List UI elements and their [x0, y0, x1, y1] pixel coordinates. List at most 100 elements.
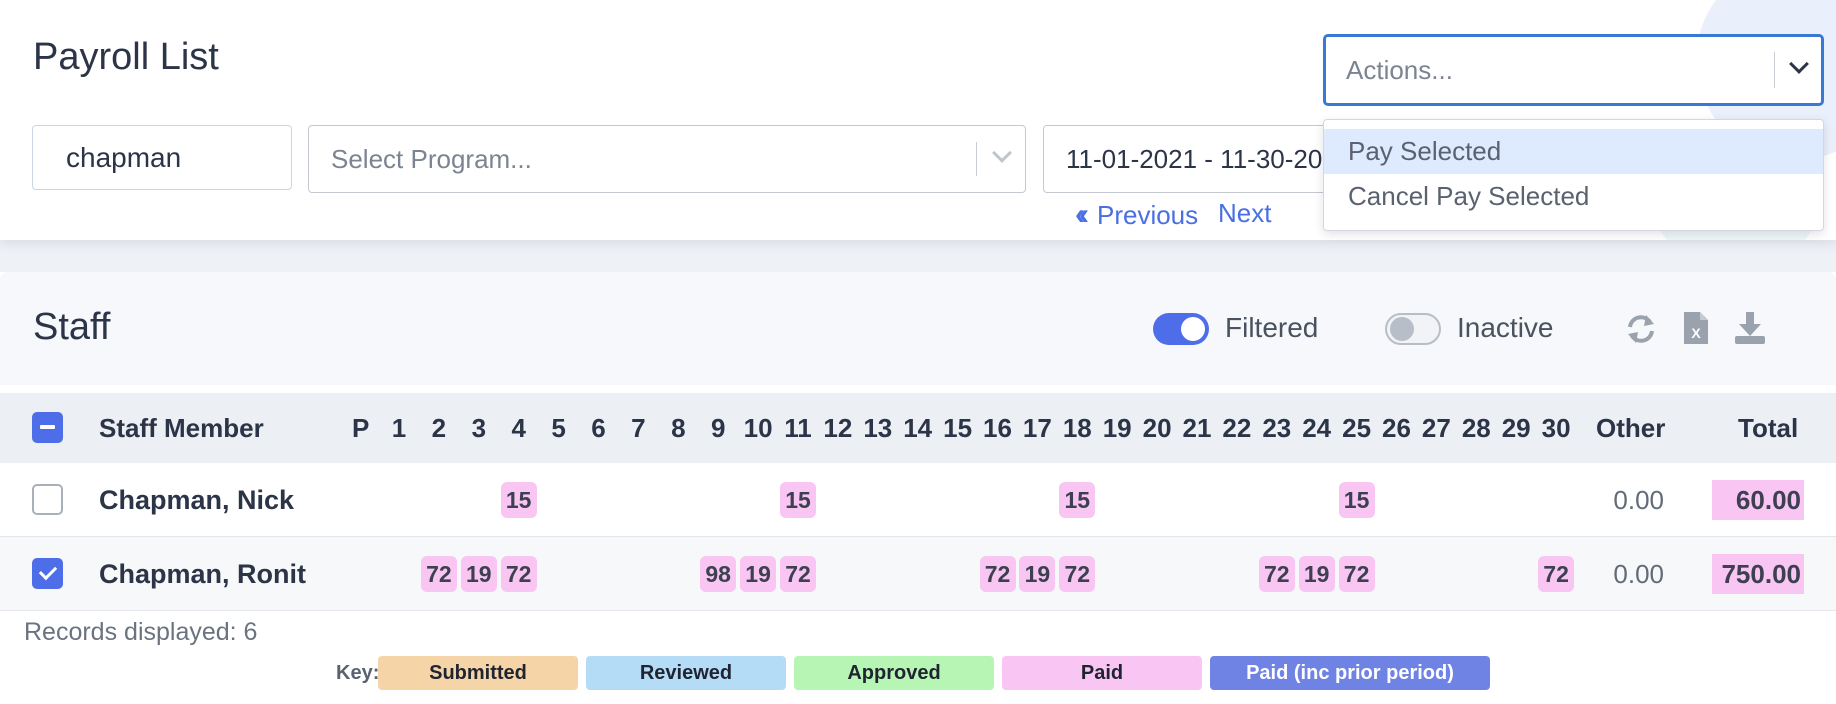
table-header: Staff Member P Other Total 1 2 3 4 5 6 7 8 9 10 11… — [0, 393, 1836, 463]
column-header-day: 13 — [863, 413, 893, 443]
paid-entry-badge[interactable]: 72 — [1338, 556, 1375, 592]
previous-label: Previous — [1096, 199, 1199, 230]
paid-entry-badge[interactable]: 72 — [979, 556, 1016, 592]
total-value: 750.00 — [1712, 554, 1804, 594]
legend-badge: Reviewed — [586, 656, 786, 690]
column-header-day: 16 — [983, 413, 1012, 443]
table-row[interactable]: Chapman, Ronit 0.00 750.00 72 19 72 98 19 72 7… — [0, 537, 1836, 611]
column-header-day: 8 — [671, 413, 686, 443]
download-icon[interactable] — [1733, 310, 1767, 346]
paid-entry-badge[interactable]: 15 — [1338, 482, 1375, 518]
column-header-day: 2 — [431, 413, 447, 443]
column-header-day: 19 — [1102, 413, 1132, 443]
legend-badge: Paid — [1002, 656, 1202, 690]
select-divider — [976, 142, 977, 176]
other-value: 0.00 — [1613, 559, 1664, 589]
table-row[interactable]: Chapman, Nick 0.00 60.00 15 15 15 15 — [0, 463, 1836, 537]
column-header-day: 23 — [1262, 413, 1292, 443]
legend-key-label: Key: — [336, 662, 380, 684]
paid-entry-badge[interactable]: 15 — [780, 482, 816, 518]
column-header-day: 5 — [551, 413, 566, 443]
column-header-other: Other — [1596, 413, 1666, 443]
paid-entry-badge[interactable]: 19 — [1298, 556, 1335, 592]
paid-entry-badge[interactable]: 72 — [1059, 556, 1096, 592]
column-header-day: 17 — [1022, 413, 1052, 443]
column-header-day: 29 — [1501, 413, 1531, 443]
page-title: Payroll List — [33, 36, 219, 78]
refresh-icon[interactable] — [1624, 312, 1658, 346]
column-header-day: 14 — [903, 413, 933, 443]
filtered-label: Filtered — [1225, 312, 1319, 343]
column-header-day: 21 — [1182, 413, 1212, 443]
staff-title: Staff — [33, 306, 111, 348]
previous-link[interactable]: ‹‹ Previous — [1075, 198, 1198, 232]
paid-entry-badge[interactable]: 19 — [740, 556, 777, 592]
svg-text:X: X — [1691, 325, 1701, 341]
column-header-day: 30 — [1541, 413, 1571, 443]
column-header-day: 26 — [1382, 413, 1411, 443]
column-header-day: 7 — [631, 413, 646, 443]
program-select[interactable]: Select Program... — [308, 125, 1026, 193]
staff-name: Chapman, Nick — [99, 485, 295, 515]
actions-dropdown-menu: Pay Selected Cancel Pay Selected — [1323, 119, 1824, 231]
column-header-p: P — [352, 413, 370, 443]
column-header-day: 24 — [1302, 413, 1332, 443]
other-value: 0.00 — [1613, 485, 1664, 515]
menu-item-cancel-pay-selected[interactable]: Cancel Pay Selected — [1324, 174, 1823, 219]
column-header-day: 12 — [823, 413, 853, 443]
paid-entry-badge[interactable]: 72 — [420, 556, 457, 592]
paid-entry-badge[interactable]: 15 — [1059, 482, 1096, 518]
column-header-total: Total — [1738, 413, 1799, 443]
paid-entry-badge[interactable]: 98 — [700, 556, 737, 592]
staff-header: Staff Filtered Inactive X — [0, 272, 1836, 385]
legend-badge: Approved — [794, 656, 994, 690]
column-header-day: 11 — [784, 413, 812, 443]
column-header-day: 25 — [1342, 413, 1372, 443]
records-count: Records displayed: 6 — [24, 618, 258, 646]
column-header-day: 27 — [1421, 413, 1451, 443]
column-header-day: 9 — [710, 413, 726, 443]
column-header-day: 10 — [743, 413, 773, 443]
actions-select[interactable]: Actions... — [1323, 34, 1824, 106]
column-header-day: 4 — [511, 413, 526, 443]
column-header-day: 6 — [591, 413, 606, 443]
total-value: 60.00 — [1712, 480, 1804, 520]
double-chevron-left-icon: ‹‹ — [1075, 198, 1089, 231]
column-header-day: 1 — [391, 413, 407, 443]
paid-entry-badge[interactable]: 72 — [500, 556, 537, 592]
paid-entry-badge[interactable]: 15 — [500, 482, 537, 518]
actions-placeholder: Actions... — [1346, 55, 1453, 85]
paid-entry-badge[interactable]: 72 — [1538, 556, 1575, 592]
program-select-placeholder: Select Program... — [331, 144, 532, 174]
column-header-day: 20 — [1142, 413, 1172, 443]
select-divider — [1774, 52, 1775, 88]
menu-item-pay-selected[interactable]: Pay Selected — [1324, 129, 1823, 174]
column-header-day: 3 — [471, 413, 487, 443]
staff-name: Chapman, Ronit — [99, 559, 306, 589]
inactive-label: Inactive — [1457, 312, 1554, 343]
toggle-knob — [1390, 317, 1414, 341]
paid-entry-badge[interactable]: 19 — [460, 556, 497, 592]
search-input[interactable] — [32, 125, 292, 190]
legend-badge: Submitted — [378, 656, 578, 690]
column-header-staff-member[interactable]: Staff Member — [99, 393, 264, 463]
filtered-toggle[interactable] — [1153, 313, 1209, 345]
row-checkbox[interactable] — [32, 558, 63, 589]
paid-entry-badge[interactable]: 19 — [1019, 556, 1056, 592]
column-header-day: 22 — [1222, 413, 1252, 443]
excel-export-icon[interactable]: X — [1682, 310, 1710, 346]
next-link[interactable]: Next — [1218, 198, 1271, 229]
legend-badge: Paid (inc prior period) — [1210, 656, 1490, 690]
date-range-value: 11-01-2021 - 11-30-2021 — [1066, 144, 1352, 174]
row-checkbox[interactable] — [32, 484, 63, 515]
column-header-day: 15 — [943, 413, 973, 443]
column-header-day: 28 — [1461, 413, 1491, 443]
chevron-down-icon[interactable] — [1789, 54, 1809, 74]
toggle-knob — [1181, 317, 1205, 341]
column-header-day: 18 — [1062, 413, 1092, 443]
select-all-checkbox[interactable] — [32, 412, 63, 443]
inactive-toggle[interactable] — [1385, 313, 1441, 345]
paid-entry-badge[interactable]: 72 — [780, 556, 816, 592]
chevron-down-icon[interactable] — [992, 143, 1012, 163]
paid-entry-badge[interactable]: 72 — [1258, 556, 1295, 592]
